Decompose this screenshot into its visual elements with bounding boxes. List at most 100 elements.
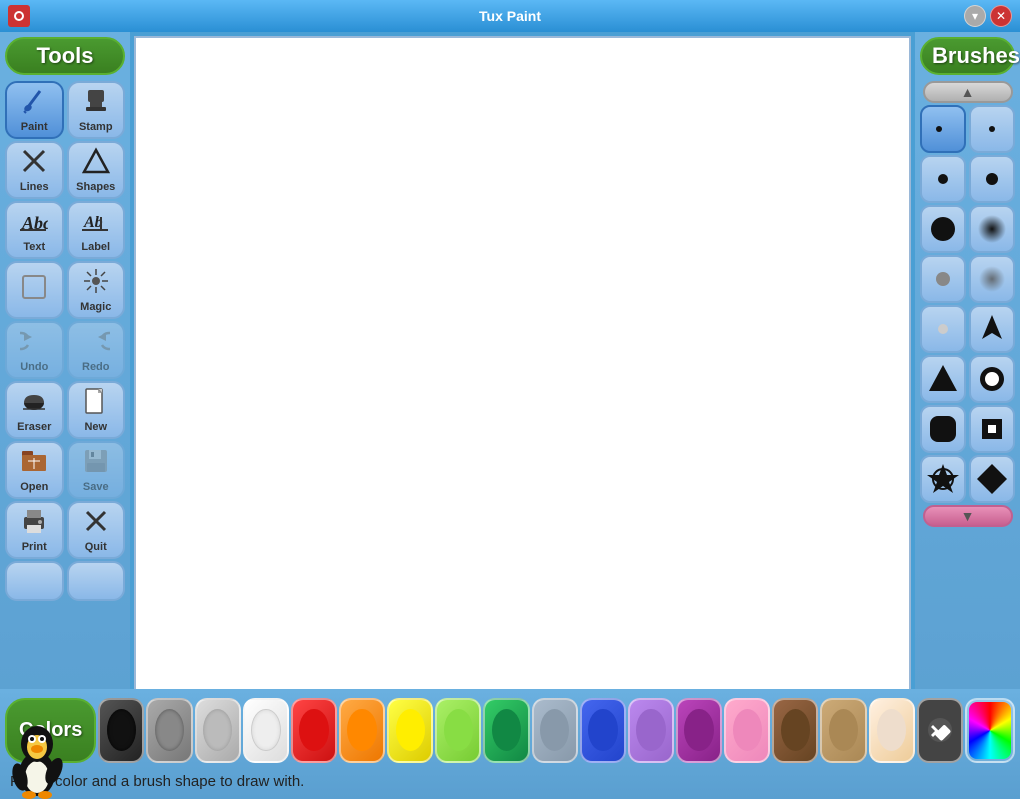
color-light-green[interactable]: [435, 698, 481, 763]
color-peach[interactable]: [869, 698, 915, 763]
color-purple[interactable]: [676, 698, 722, 763]
brush-row-4: [920, 255, 1015, 303]
stamp-label: Stamp: [79, 121, 113, 133]
titlebar: Tux Paint ▾ ✕: [0, 0, 1020, 32]
brushes-header: Brushes: [920, 37, 1015, 75]
redo-button[interactable]: Redo: [67, 321, 126, 379]
brush-circle-outline[interactable]: [969, 355, 1015, 403]
brush-row-8: [920, 455, 1015, 503]
brush-soft-circle[interactable]: [969, 205, 1015, 253]
brush-row-3: [920, 205, 1015, 253]
brush-tiny-dot-1[interactable]: [920, 105, 966, 153]
empty-slot-2: [67, 561, 126, 601]
brush-star[interactable]: [920, 455, 966, 503]
brush-arrow-up[interactable]: [969, 305, 1015, 353]
new-button[interactable]: New: [67, 381, 126, 439]
label-label: Label: [81, 241, 110, 253]
canvas-area[interactable]: [134, 36, 911, 795]
color-yellow[interactable]: [387, 698, 433, 763]
color-dark-gray[interactable]: [146, 698, 192, 763]
quit-button[interactable]: Quit: [67, 501, 126, 559]
text-label: Text: [23, 241, 45, 253]
color-pink[interactable]: [724, 698, 770, 763]
text-icon: Abc: [20, 207, 48, 239]
stamp-button[interactable]: Stamp: [67, 81, 126, 139]
brush-square-outline[interactable]: [969, 405, 1015, 453]
magic-button[interactable]: Magic: [67, 261, 126, 319]
bottom-section: Colors: [0, 689, 1020, 799]
tool-row-9: [5, 561, 125, 601]
titlebar-controls: ▾ ✕: [964, 5, 1012, 27]
save-button[interactable]: Save: [67, 441, 126, 499]
tux-mascot: [5, 719, 75, 799]
tool-row-7: Open Save: [5, 441, 125, 499]
close-button[interactable]: ✕: [990, 5, 1012, 27]
lines-button[interactable]: Lines: [5, 141, 64, 199]
color-light-gray[interactable]: [195, 698, 241, 763]
label-icon: Ab: [82, 207, 110, 239]
open-label: Open: [20, 481, 48, 493]
color-black[interactable]: [98, 698, 144, 763]
paint-icon: [20, 87, 48, 119]
print-button[interactable]: Print: [5, 501, 64, 559]
color-eraser-special[interactable]: [917, 698, 963, 763]
paint-label: Paint: [21, 121, 48, 133]
tool-row-3: Abc Text Ab Label: [5, 201, 125, 259]
brush-medium-circle[interactable]: [920, 205, 966, 253]
color-green[interactable]: [483, 698, 529, 763]
open-button[interactable]: Open: [5, 441, 64, 499]
color-rainbow[interactable]: [965, 698, 1015, 763]
color-red[interactable]: [291, 698, 337, 763]
tool-row-2: Lines Shapes: [5, 141, 125, 199]
main-container: Tools Paint: [0, 32, 1020, 799]
color-brown[interactable]: [772, 698, 818, 763]
window-title: Tux Paint: [479, 8, 541, 24]
tool-row-1: Paint Stamp: [5, 81, 125, 139]
eraser-button[interactable]: Eraser: [5, 381, 64, 439]
brush-tiny-dot-2[interactable]: [969, 105, 1015, 153]
tool-row-8: Print Quit: [5, 501, 125, 559]
brush-small-dot-2[interactable]: [969, 155, 1015, 203]
color-blue[interactable]: [580, 698, 626, 763]
left-toolbar: Tools Paint: [0, 32, 130, 799]
save-icon: [82, 447, 110, 479]
color-white[interactable]: [243, 698, 289, 763]
color-light-purple[interactable]: [628, 698, 674, 763]
undo-label: Undo: [20, 361, 48, 373]
lines-label: Lines: [20, 181, 49, 193]
label-button[interactable]: Ab Label: [67, 201, 126, 259]
print-icon: [20, 507, 48, 539]
brush-triangle[interactable]: [920, 355, 966, 403]
brush-small-dot-1[interactable]: [920, 155, 966, 203]
shapes-button[interactable]: Shapes: [67, 141, 126, 199]
shapes-label: Shapes: [76, 181, 115, 193]
eraser-label: Eraser: [17, 421, 51, 433]
brush-diamond[interactable]: [969, 455, 1015, 503]
print-label: Print: [22, 541, 47, 553]
brush-scroll-down[interactable]: ▼: [923, 505, 1013, 527]
brush-gray-md[interactable]: [969, 255, 1015, 303]
tool-row-5: Undo Redo: [5, 321, 125, 379]
brush-light-sm[interactable]: [920, 305, 966, 353]
quit-icon: [82, 507, 110, 539]
brush-gray-sm[interactable]: [920, 255, 966, 303]
fill-icon: [20, 273, 48, 305]
undo-button[interactable]: Undo: [5, 321, 64, 379]
tool-row-6: Eraser New: [5, 381, 125, 439]
brush-row-1: [920, 105, 1015, 153]
color-gray-blue[interactable]: [532, 698, 578, 763]
color-orange[interactable]: [339, 698, 385, 763]
brush-scroll-up[interactable]: ▲: [923, 81, 1013, 103]
fill-button[interactable]: [5, 261, 64, 319]
minimize-button[interactable]: ▾: [964, 5, 986, 27]
brush-row-7: [920, 405, 1015, 453]
brush-rounded-square[interactable]: [920, 405, 966, 453]
paint-button[interactable]: Paint: [5, 81, 64, 139]
open-icon: [20, 447, 48, 479]
empty-slot-1: [5, 561, 64, 601]
text-button[interactable]: Abc Text: [5, 201, 64, 259]
color-tan[interactable]: [820, 698, 866, 763]
eraser-icon: [20, 387, 48, 419]
brush-row-2: [920, 155, 1015, 203]
redo-label: Redo: [82, 361, 110, 373]
